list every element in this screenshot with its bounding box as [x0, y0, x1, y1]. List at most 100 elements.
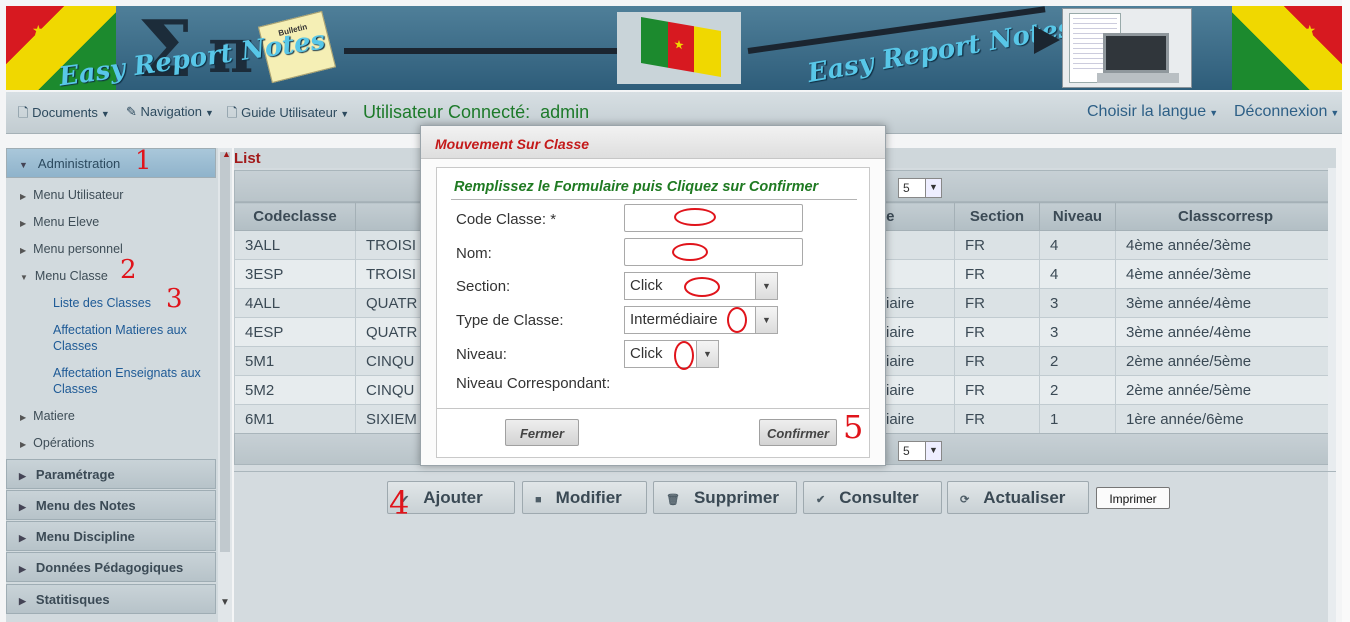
cell-code: 4ESP: [234, 317, 356, 347]
sidebar-link-affectation-enseignants[interactable]: Affectation Enseignats aux Classes: [53, 365, 213, 397]
sidebar-item-menu-personnel[interactable]: ▶ Menu personnel: [20, 242, 123, 256]
menu-navigation[interactable]: ✎ Navigation ▼: [126, 104, 214, 120]
cell-niveau: 2: [1039, 346, 1116, 376]
annotation-4: 4: [389, 484, 410, 522]
sidebar-item-matiere[interactable]: ▶ Matiere: [20, 409, 75, 423]
cell-code: 3ALL: [234, 230, 356, 260]
type-classe-label: Type de Classe:: [456, 312, 564, 329]
chevron-down-icon: ▼: [925, 179, 941, 197]
chevron-down-icon[interactable]: ▼: [220, 597, 230, 608]
document-icon: 🗋: [18, 105, 29, 120]
cell-code: 5M2: [234, 375, 356, 405]
save-icon: ■: [535, 494, 542, 506]
sidebar-section-menu-notes[interactable]: ▶ Menu des Notes: [6, 490, 216, 520]
sidebar: ▼ Administration ▶ Menu Utilisateur ▶ Menu …: [6, 148, 232, 622]
menu-guide-utilisateur[interactable]: 🗋 Guide Utilisateur ▼: [227, 104, 349, 126]
cell-type: [875, 230, 955, 260]
sidebar-section-menu-discipline[interactable]: ▶ Menu Discipline: [6, 521, 216, 551]
page-scrollbar[interactable]: [1342, 0, 1350, 622]
triangle-right-icon: ▶: [20, 246, 27, 255]
cell-niveau: 1: [1039, 404, 1116, 434]
dialog-title-bar[interactable]: Mouvement Sur Classe: [421, 126, 885, 159]
cell-code: 6M1: [234, 404, 356, 434]
rows-per-page-select[interactable]: 5 ▼: [898, 178, 942, 198]
edit-button[interactable]: ■ Modifier: [522, 481, 647, 514]
check-icon: ✔: [816, 494, 826, 506]
chevron-down-icon: ▼: [925, 442, 941, 460]
annotation-3: 3: [166, 284, 183, 314]
annotation-2: 2: [120, 255, 137, 285]
triangle-right-icon: ▶: [19, 596, 26, 606]
caret-down-icon: ▼: [1209, 108, 1219, 118]
triangle-right-icon: ▶: [20, 413, 27, 422]
type-classe-select[interactable]: Intermédiaire ▼: [624, 306, 778, 334]
cell-corresp: 4ème année/3ème: [1115, 259, 1336, 289]
main-scrollbar[interactable]: [1328, 168, 1336, 622]
annotation-mark-type: [727, 307, 747, 333]
dialog-title: Mouvement Sur Classe: [435, 136, 590, 152]
chevron-down-icon[interactable]: ▼: [755, 307, 777, 333]
column-header-classcorresp[interactable]: Classcorresp: [1115, 202, 1336, 231]
cell-section: FR: [954, 230, 1040, 260]
niveau-correspondant-label: Niveau Correspondant:: [456, 375, 611, 392]
cell-code: 3ESP: [234, 259, 356, 289]
scrollbar-thumb[interactable]: [220, 152, 230, 552]
list-title: List: [234, 150, 261, 167]
column-header-section[interactable]: Section: [954, 202, 1040, 231]
annotation-5: 5: [843, 408, 864, 446]
triangle-right-icon: ▶: [19, 471, 26, 481]
section-label: Section:: [456, 278, 511, 295]
chevron-down-icon[interactable]: ▼: [696, 341, 718, 367]
sidebar-section-administration[interactable]: ▼ Administration: [6, 148, 216, 178]
cell-section: FR: [954, 375, 1040, 405]
menu-documents[interactable]: 🗋 Documents ▼: [18, 104, 110, 126]
sidebar-item-menu-classe[interactable]: ▼ Menu Classe: [20, 269, 108, 283]
pencil-icon: ✎: [126, 104, 137, 119]
class-movement-dialog: Mouvement Sur Classe Remplissez le Formu…: [420, 125, 886, 466]
arrow-head-icon: [1034, 26, 1060, 54]
view-button[interactable]: ✔ Consulter: [803, 481, 942, 514]
rows-per-page-select[interactable]: 5 ▼: [898, 441, 942, 461]
banner-arrow: [344, 48, 620, 54]
chevron-down-icon[interactable]: ▼: [755, 273, 777, 299]
cell-code: 5M1: [234, 346, 356, 376]
form-title: Remplissez le Formulaire puis Cliquez su…: [454, 179, 819, 195]
sidebar-item-menu-eleve[interactable]: ▶ Menu Eleve: [20, 215, 99, 229]
column-header-niveau[interactable]: Niveau: [1039, 202, 1116, 231]
sidebar-section-parametrage[interactable]: ▶ Paramétrage: [6, 459, 216, 489]
print-button[interactable]: Imprimer: [1096, 487, 1170, 509]
flag-corner-right: ★: [1232, 6, 1342, 90]
menu-logout[interactable]: Déconnexion ▼: [1234, 103, 1339, 121]
cell-corresp: 2ème année/5ème: [1115, 346, 1336, 376]
cell-section: FR: [954, 259, 1040, 289]
sidebar-link-liste-classes[interactable]: Liste des Classes: [53, 295, 213, 311]
close-button[interactable]: Fermer: [505, 419, 579, 446]
sidebar-item-menu-utilisateur[interactable]: ▶ Menu Utilisateur: [20, 188, 123, 202]
niveau-label: Niveau:: [456, 346, 507, 363]
delete-button[interactable]: 🗑 Supprimer: [653, 481, 797, 514]
sidebar-section-statistiques[interactable]: ▶ Statitisques: [6, 584, 216, 614]
refresh-button[interactable]: ⟳ Actualiser: [947, 481, 1089, 514]
cell-type: [875, 259, 955, 289]
sidebar-link-affectation-matieres[interactable]: Affectation Matieres aux Classes: [53, 322, 213, 354]
annotation-mark-niveau: [674, 341, 694, 370]
dialog-footer-divider: [437, 408, 869, 409]
triangle-right-icon: ▶: [20, 219, 27, 228]
nom-input[interactable]: [624, 238, 803, 266]
caret-down-icon: ▼: [340, 109, 350, 119]
sidebar-scrollbar[interactable]: ▼: [218, 148, 232, 622]
menu-language[interactable]: Choisir la langue ▼: [1087, 103, 1218, 121]
triangle-down-icon: ▼: [19, 160, 28, 170]
confirm-button[interactable]: Confirmer: [759, 419, 837, 446]
column-header-type[interactable]: pe: [875, 202, 955, 231]
sidebar-item-operations[interactable]: ▶ Opérations: [20, 436, 94, 450]
column-header-codeclasse[interactable]: Codeclasse: [234, 202, 356, 231]
cell-type: iaire: [875, 346, 955, 376]
caret-down-icon: ▼: [204, 108, 214, 118]
laptop-report-image: [1062, 8, 1192, 88]
cell-corresp: 1ère année/6ème: [1115, 404, 1336, 434]
niveau-select[interactable]: Click ▼: [624, 340, 719, 368]
cameroon-flag-image: ★: [617, 12, 741, 84]
sidebar-section-donnees-pedagogiques[interactable]: ▶ Données Pédagogiques: [6, 552, 216, 582]
caret-down-icon: ▼: [100, 109, 110, 119]
